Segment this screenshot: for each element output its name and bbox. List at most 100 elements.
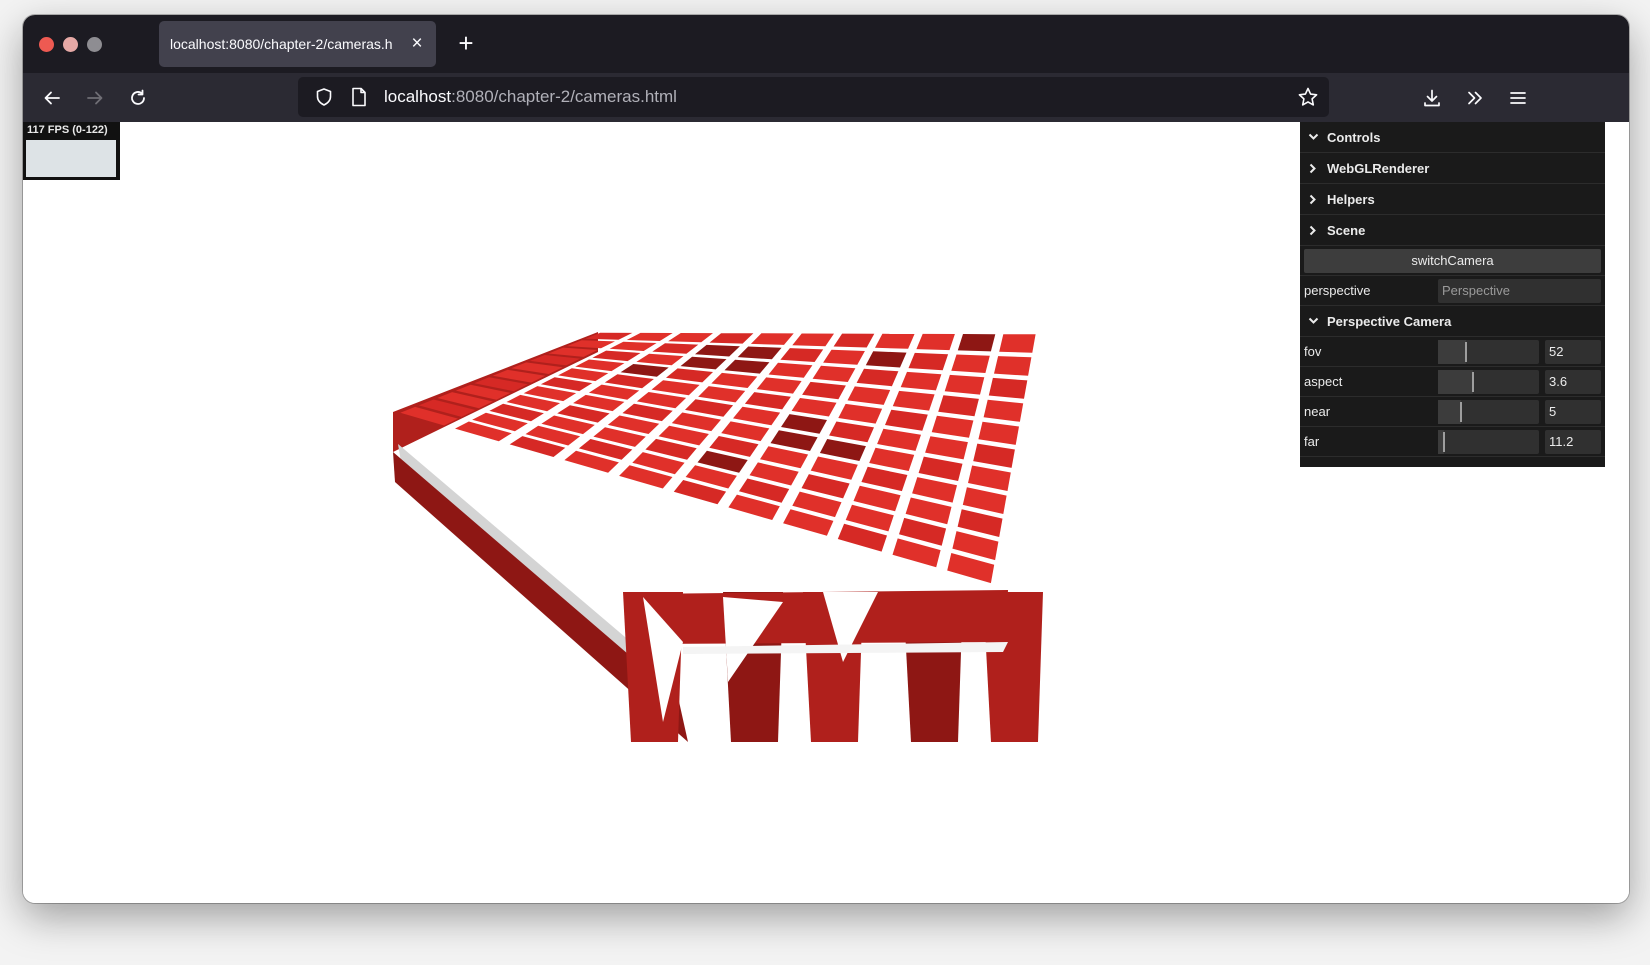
cube-top-face	[711, 372, 758, 388]
address-bar[interactable]: localhost:8080/chapter-2/cameras.html	[298, 77, 1329, 117]
url-text[interactable]: localhost:8080/chapter-2/cameras.html	[384, 87, 677, 107]
slider-knob[interactable]	[1472, 371, 1474, 392]
cube-top-face	[768, 362, 813, 378]
near-slider[interactable]	[1438, 399, 1539, 424]
page-content: 117 FPS (0-122) Controls WebGLRenderer H…	[23, 122, 1629, 903]
param-row-aspect: aspect 3.6	[1300, 367, 1605, 397]
new-tab-button[interactable]: +	[450, 28, 482, 60]
far-slider[interactable]	[1438, 429, 1539, 454]
switch-camera-row: switchCamera	[1300, 246, 1605, 276]
cube-top-face	[847, 386, 891, 405]
close-window-button[interactable]	[39, 37, 54, 52]
cube-top-face	[875, 333, 915, 349]
cube-top-face	[957, 334, 996, 352]
minimize-window-button[interactable]	[63, 37, 78, 52]
folder-controls[interactable]: Controls	[1300, 122, 1605, 153]
chevron-right-icon	[1305, 223, 1321, 237]
chevron-down-icon	[1305, 314, 1321, 328]
fov-slider[interactable]	[1438, 339, 1539, 364]
cube-top-face	[812, 365, 856, 382]
cube-top-face	[983, 399, 1024, 422]
aspect-slider[interactable]	[1438, 369, 1539, 394]
tab-bar: localhost:8080/chapter-2/cameras.h × +	[23, 15, 1629, 73]
slider-fill	[1438, 399, 1461, 424]
reload-icon	[131, 89, 145, 105]
overflow-button[interactable]	[1458, 81, 1492, 115]
cube-top-face	[756, 377, 802, 394]
url-path: :8080/chapter-2/cameras.html	[451, 87, 677, 106]
reload-button[interactable]	[121, 81, 155, 115]
tab-title: localhost:8080/chapter-2/cameras.h	[170, 36, 393, 52]
cube-top-face	[819, 439, 866, 461]
cube-top-face	[938, 395, 979, 417]
star-icon[interactable]	[1297, 86, 1319, 108]
stats-panel[interactable]: 117 FPS (0-122)	[23, 122, 120, 180]
maximize-window-button[interactable]	[87, 37, 102, 52]
slider-fill	[1438, 369, 1473, 394]
cube-top-face	[802, 381, 846, 400]
cube-top-face	[962, 487, 1007, 514]
cube-top-face	[680, 356, 727, 370]
back-icon	[44, 91, 60, 105]
back-button[interactable]	[35, 81, 69, 115]
param-label: aspect	[1304, 374, 1343, 389]
folder-perspective-camera[interactable]: Perspective Camera	[1300, 306, 1605, 337]
gui-panel: Controls WebGLRenderer Helpers Scene swi…	[1300, 122, 1605, 467]
slider-fill	[1438, 339, 1466, 364]
perspective-label: perspective	[1304, 283, 1371, 298]
fov-number-field[interactable]: 52	[1545, 339, 1601, 364]
cube-top-face	[780, 348, 824, 362]
folder-helpers[interactable]: Helpers	[1300, 184, 1605, 215]
cube-top-face	[668, 333, 713, 343]
cube-top-face	[620, 364, 669, 377]
cube-top-face	[724, 359, 770, 374]
folder-scene[interactable]: Scene	[1300, 215, 1605, 246]
param-row-near: near 5	[1300, 397, 1605, 427]
cube-top-face	[592, 350, 641, 362]
cube-top-face	[892, 390, 935, 411]
page-icon[interactable]	[350, 87, 368, 107]
far-number-field[interactable]: 11.2	[1545, 429, 1601, 454]
browser-window: localhost:8080/chapter-2/cameras.h × + l…	[23, 15, 1629, 903]
cube-top-face	[865, 351, 907, 368]
cube-top-face	[604, 374, 654, 389]
cube-top-face	[978, 421, 1019, 445]
param-row-fov: fov 52	[1300, 337, 1605, 367]
cube-top-face	[823, 349, 865, 365]
near-number-field[interactable]: 5	[1545, 399, 1601, 424]
cube-top-face	[944, 374, 985, 395]
shield-icon[interactable]	[314, 87, 334, 107]
cube-top-face	[885, 409, 928, 431]
cube-top-face	[733, 406, 781, 426]
forward-button[interactable]	[78, 81, 112, 115]
cube-top-face	[856, 368, 899, 387]
navigation-toolbar: localhost:8080/chapter-2/cameras.html	[23, 73, 1629, 122]
tab-cameras[interactable]: localhost:8080/chapter-2/cameras.h ×	[159, 21, 436, 67]
slider-knob[interactable]	[1460, 401, 1462, 422]
cube-top-face	[931, 415, 974, 438]
aspect-number-field[interactable]: 3.6	[1545, 369, 1601, 394]
tab-close-icon[interactable]: ×	[408, 34, 426, 53]
downloads-button[interactable]	[1415, 81, 1449, 115]
perspective-field[interactable]: Perspective	[1438, 278, 1601, 303]
cube-top-face	[908, 352, 949, 371]
slider-knob[interactable]	[1443, 431, 1445, 452]
folder-webglrenderer[interactable]: WebGLRenderer	[1300, 153, 1605, 184]
cube-top-face	[833, 333, 875, 348]
chevron-right-icon	[1305, 161, 1321, 175]
cube-top-face	[861, 466, 908, 492]
param-label: far	[1304, 434, 1320, 449]
slider-knob[interactable]	[1465, 341, 1467, 362]
folder-label: Controls	[1327, 129, 1381, 145]
cube-top-face	[869, 447, 915, 471]
param-label: near	[1304, 404, 1331, 419]
cube-top-face	[973, 443, 1015, 468]
fps-graph	[26, 140, 116, 177]
forward-icon	[87, 91, 103, 105]
cube-top-face	[918, 456, 963, 481]
param-row-far: far 11.2	[1300, 427, 1605, 457]
menu-button[interactable]	[1501, 81, 1535, 115]
cube-top-face	[609, 341, 657, 351]
cube-top-face	[651, 380, 700, 396]
switch-camera-button[interactable]: switchCamera	[1304, 249, 1601, 273]
